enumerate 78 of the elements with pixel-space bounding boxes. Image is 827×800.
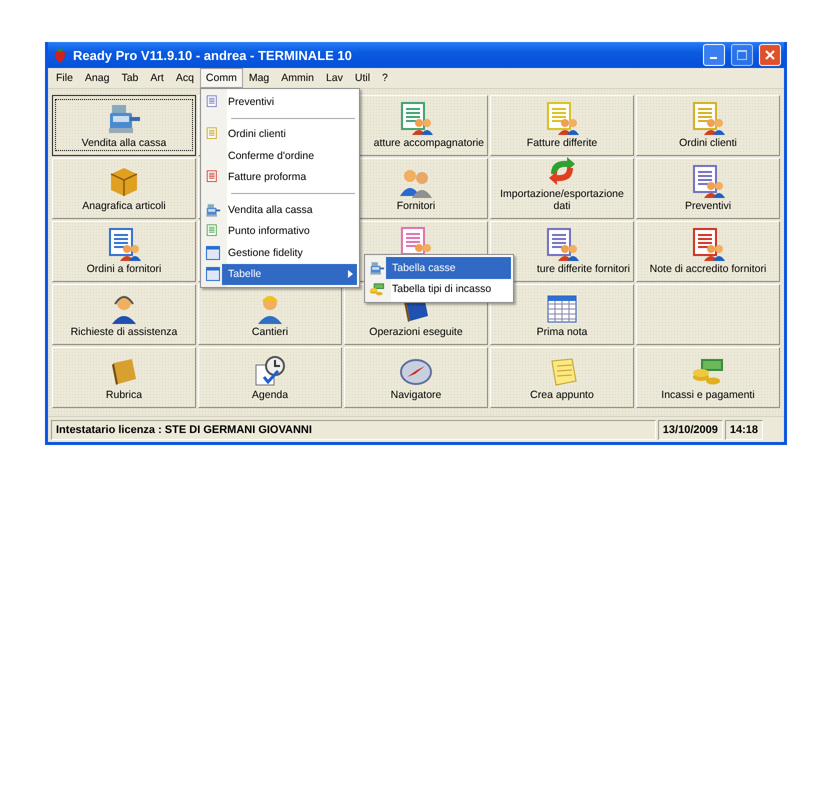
cash-register-icon: [369, 260, 385, 276]
calendar-clock-icon: [254, 355, 286, 387]
tile-label: Navigatore: [390, 389, 442, 401]
menu-item[interactable]: ?: [376, 68, 394, 88]
maximize-button[interactable]: [731, 44, 753, 66]
menu-item[interactable]: Lav: [320, 68, 349, 88]
tile-label: Prima nota: [536, 326, 588, 338]
tile-button[interactable]: Crea appunto: [490, 347, 634, 408]
tile-button[interactable]: ture differite fornitori: [490, 221, 634, 282]
tile-button[interactable]: Note di accredito fornitori: [636, 221, 780, 282]
tile-label: Richieste di assistenza: [70, 326, 178, 338]
calendar-icon: [546, 294, 578, 324]
menu-item[interactable]: Comm: [200, 68, 243, 88]
tile-label: Anagrafica articoli: [82, 200, 166, 212]
document-people-icon: [545, 101, 579, 135]
tile-label: Ordini clienti: [679, 137, 737, 149]
submenu-arrow-icon: [348, 270, 353, 278]
document-people-icon: [691, 164, 725, 198]
menu-item[interactable]: Art: [144, 68, 170, 88]
tile-label: Note di accredito fornitori: [650, 263, 766, 275]
menu-entry[interactable]: Tabelle: [222, 264, 357, 285]
window-title: Ready Pro V11.9.10 - andrea - TERMINALE 10: [73, 48, 353, 62]
tile-label: Cantieri: [252, 326, 288, 338]
tile-button[interactable]: Cantieri: [198, 284, 342, 345]
menu-item[interactable]: Util: [348, 68, 376, 88]
status-pane: Intestatario licenza : STE DI GERMANI GIOVANNI: [51, 420, 656, 440]
status-pane: 14:18: [724, 420, 763, 440]
menu-item[interactable]: File: [50, 68, 79, 88]
tile-label: Operazioni eseguite: [369, 326, 463, 338]
tile-label: Agenda: [252, 389, 288, 401]
strawberry-icon: [53, 47, 67, 63]
tile-label: ture differite fornitori: [536, 263, 630, 275]
maximize-icon: [737, 50, 747, 60]
minimize-button[interactable]: [703, 44, 725, 66]
tile-button[interactable]: Rubrica: [52, 347, 196, 408]
close-button[interactable]: [759, 44, 781, 66]
tile-button[interactable]: Vendita alla cassa: [52, 95, 196, 156]
tile-label: Preventivi: [684, 200, 732, 212]
document-people-icon: [107, 227, 141, 261]
tile-label: atture accompagnatorie: [374, 137, 484, 149]
tile-button[interactable]: Richieste di assistenza: [52, 284, 196, 345]
window-icon: [206, 267, 220, 282]
document-people-icon: [691, 101, 725, 135]
tile-label: Importazione/esportazione dati: [499, 188, 625, 212]
money-icon: [369, 281, 385, 298]
tile-label: Crea appunto: [530, 389, 594, 401]
document-people-icon: [399, 101, 433, 135]
tile-button[interactable]: Preventivi: [636, 158, 780, 219]
tile-button[interactable]: Incassi e pagamenti: [636, 347, 780, 408]
tile-button[interactable]: Agenda: [198, 347, 342, 408]
tile-label: Ordini a fornitori: [86, 263, 162, 275]
tile-button[interactable]: Ordini a fornitori: [52, 221, 196, 282]
document-people-icon: [691, 227, 725, 261]
menu-item[interactable]: Ammin: [275, 68, 320, 88]
status-pane: 13/10/2009: [658, 420, 723, 440]
tile-label: Fatture differite: [526, 137, 598, 149]
tile-button[interactable]: Anagrafica articoli: [52, 158, 196, 219]
menu-entry[interactable]: Punto informativo: [222, 220, 357, 242]
menu-item[interactable]: Acq: [170, 68, 200, 88]
menu-item[interactable]: Anag: [78, 68, 116, 88]
compass-icon: [399, 357, 433, 387]
menu-entry[interactable]: Tabella casse: [386, 257, 511, 278]
tile-label: Vendita alla cassa: [82, 137, 166, 149]
menu-item[interactable]: Mag: [242, 68, 276, 88]
window-icon: [206, 246, 220, 260]
tile-button[interactable]: Navigatore: [344, 347, 488, 408]
close-icon: [765, 50, 775, 60]
tile-label: Fornitori: [396, 200, 436, 212]
tile-button[interactable]: Importazione/esportazione dati: [490, 158, 634, 219]
tile-button[interactable]: Prima nota: [490, 284, 634, 345]
menu-item[interactable]: Tab: [115, 68, 144, 88]
tile-label: Rubrica: [106, 389, 142, 401]
cash-register-icon: [205, 202, 221, 218]
tile-button[interactable]: Fatture differite: [490, 95, 634, 156]
menu-entry[interactable]: Gestione fidelity: [222, 242, 357, 264]
tile-button[interactable]: Ordini clienti: [636, 95, 780, 156]
tile-label: Incassi e pagamenti: [661, 389, 755, 401]
document-people-icon: [545, 227, 579, 261]
